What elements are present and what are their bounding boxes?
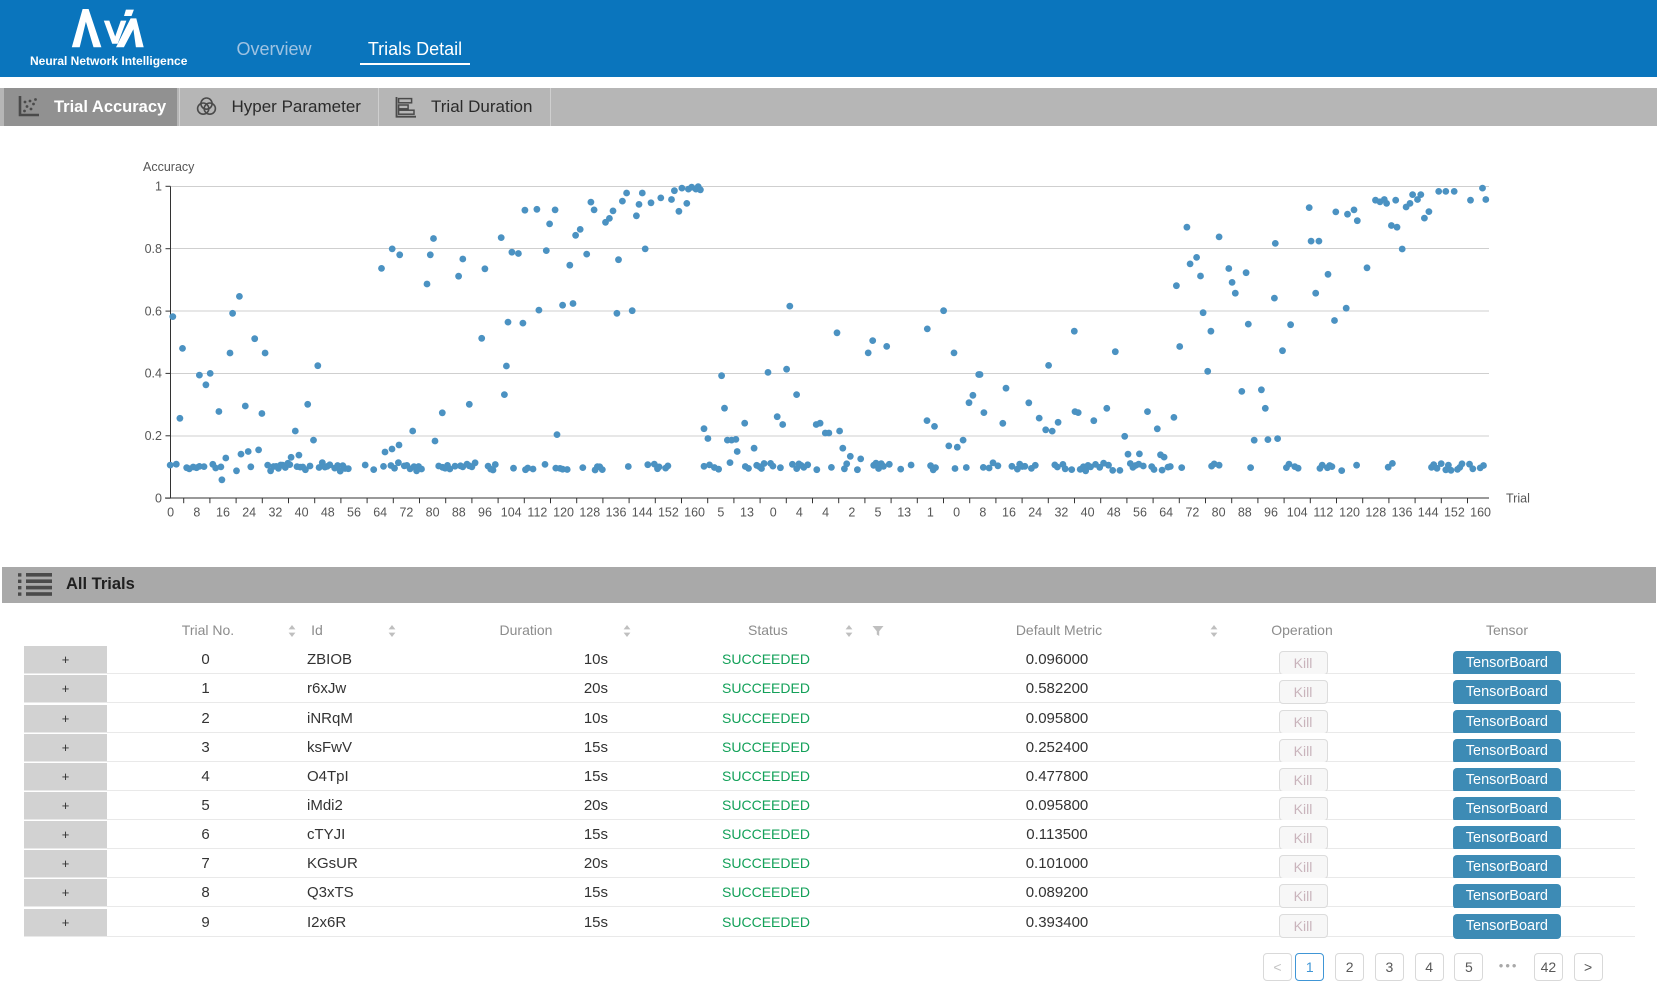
svg-text:160: 160	[684, 506, 705, 520]
svg-text:2: 2	[848, 506, 855, 520]
svg-text:112: 112	[527, 506, 547, 520]
svg-text:5: 5	[717, 506, 724, 520]
svg-text:8: 8	[979, 506, 986, 520]
svg-text:13: 13	[740, 506, 754, 520]
svg-text:88: 88	[452, 506, 466, 520]
svg-text:56: 56	[347, 506, 361, 520]
svg-text:88: 88	[1238, 506, 1252, 520]
svg-text:0.2: 0.2	[145, 429, 162, 443]
svg-text:0.8: 0.8	[145, 242, 162, 256]
svg-text:160: 160	[1470, 506, 1491, 520]
svg-text:24: 24	[1028, 506, 1042, 520]
svg-text:4: 4	[822, 506, 829, 520]
svg-text:104: 104	[1287, 506, 1308, 520]
svg-text:40: 40	[1081, 506, 1095, 520]
svg-text:72: 72	[1185, 506, 1199, 520]
svg-text:112: 112	[1313, 506, 1333, 520]
svg-text:80: 80	[1212, 506, 1226, 520]
svg-text:128: 128	[1365, 506, 1386, 520]
svg-text:40: 40	[295, 506, 309, 520]
svg-text:1: 1	[927, 506, 934, 520]
svg-text:96: 96	[1264, 506, 1278, 520]
svg-text:144: 144	[1418, 506, 1439, 520]
svg-text:48: 48	[1107, 506, 1121, 520]
svg-text:0.6: 0.6	[145, 304, 162, 318]
svg-text:32: 32	[1054, 506, 1068, 520]
svg-text:0.4: 0.4	[145, 367, 162, 381]
svg-text:72: 72	[399, 506, 413, 520]
svg-text:13: 13	[897, 506, 911, 520]
svg-text:64: 64	[1159, 506, 1173, 520]
svg-text:4: 4	[796, 506, 803, 520]
svg-text:8: 8	[193, 506, 200, 520]
svg-text:64: 64	[373, 506, 387, 520]
svg-text:32: 32	[268, 506, 282, 520]
svg-text:48: 48	[321, 506, 335, 520]
svg-text:136: 136	[1392, 506, 1413, 520]
svg-text:0: 0	[155, 491, 162, 505]
svg-text:120: 120	[553, 506, 574, 520]
svg-text:128: 128	[579, 506, 600, 520]
svg-text:24: 24	[242, 506, 256, 520]
svg-text:0: 0	[167, 506, 174, 520]
svg-text:80: 80	[426, 506, 440, 520]
svg-text:Trial: Trial	[1506, 492, 1530, 506]
svg-text:1: 1	[155, 180, 162, 194]
svg-text:16: 16	[216, 506, 230, 520]
svg-text:144: 144	[632, 506, 653, 520]
svg-text:0: 0	[770, 506, 777, 520]
svg-text:Accuracy: Accuracy	[143, 160, 195, 174]
svg-text:56: 56	[1133, 506, 1147, 520]
svg-text:16: 16	[1002, 506, 1016, 520]
svg-text:5: 5	[875, 506, 882, 520]
svg-text:0: 0	[953, 506, 960, 520]
svg-text:152: 152	[658, 506, 679, 520]
svg-text:136: 136	[606, 506, 627, 520]
svg-text:152: 152	[1444, 506, 1465, 520]
svg-text:96: 96	[478, 506, 492, 520]
svg-text:104: 104	[501, 506, 522, 520]
svg-text:120: 120	[1339, 506, 1360, 520]
